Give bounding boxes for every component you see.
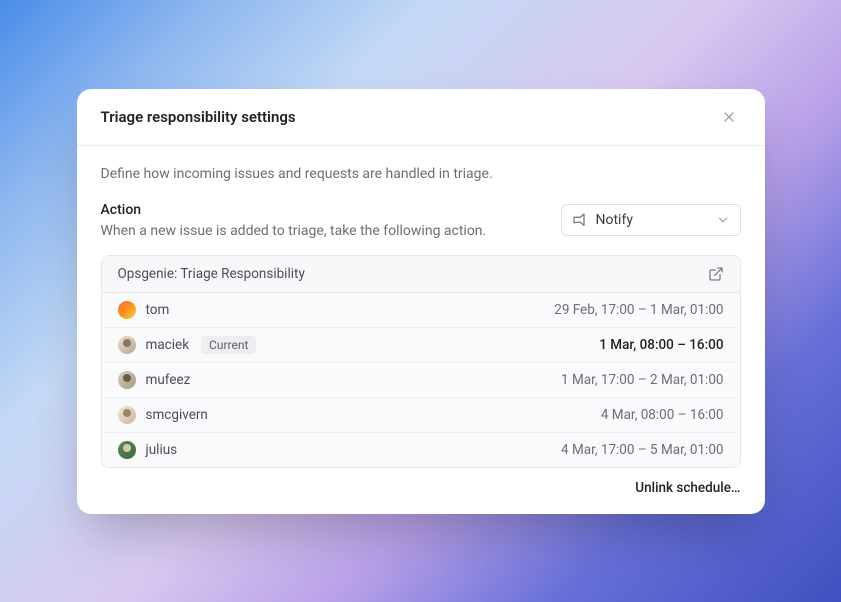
modal-header: Triage responsibility settings	[77, 89, 765, 146]
avatar	[118, 336, 136, 354]
close-button[interactable]	[717, 105, 741, 129]
schedule-row: julius 4 Mar, 17:00 – 5 Mar, 01:00	[102, 433, 740, 467]
action-label: Action	[101, 202, 541, 218]
avatar	[118, 406, 136, 424]
modal-body: Define how incoming issues and requests …	[77, 146, 765, 514]
close-icon	[721, 109, 737, 125]
chevron-down-icon	[716, 213, 730, 227]
schedule-row: maciek Current 1 Mar, 08:00 – 16:00	[102, 328, 740, 363]
action-select-wrapper: Notify	[561, 204, 741, 236]
unlink-schedule-button[interactable]: Unlink schedule…	[635, 480, 740, 496]
modal: Triage responsibility settings Define ho…	[77, 89, 765, 514]
notify-icon	[572, 212, 588, 228]
time-range: 1 Mar, 17:00 – 2 Mar, 01:00	[561, 372, 723, 388]
avatar	[118, 301, 136, 319]
user-name: tom	[146, 302, 170, 318]
avatar	[118, 441, 136, 459]
user-name: mufeez	[146, 372, 191, 388]
user-name: smcgivern	[146, 407, 208, 423]
avatar	[118, 371, 136, 389]
schedule-row: smcgivern 4 Mar, 08:00 – 16:00	[102, 398, 740, 433]
schedule-header: Opsgenie: Triage Responsibility	[102, 256, 740, 293]
unlink-row: Unlink schedule…	[101, 468, 741, 496]
schedule-row: mufeez 1 Mar, 17:00 – 2 Mar, 01:00	[102, 363, 740, 398]
schedule-title: Opsgenie: Triage Responsibility	[118, 266, 305, 282]
user-name: julius	[146, 442, 178, 458]
action-text: Action When a new issue is added to tria…	[101, 202, 541, 239]
time-range: 4 Mar, 17:00 – 5 Mar, 01:00	[561, 442, 723, 458]
schedule-row: tom 29 Feb, 17:00 – 1 Mar, 01:00	[102, 293, 740, 328]
schedule-list: tom 29 Feb, 17:00 – 1 Mar, 01:00 maciek …	[102, 293, 740, 467]
external-link-icon[interactable]	[708, 266, 724, 282]
time-range: 29 Feb, 17:00 – 1 Mar, 01:00	[554, 302, 723, 318]
time-range: 1 Mar, 08:00 – 16:00	[599, 337, 723, 353]
time-range: 4 Mar, 08:00 – 16:00	[601, 407, 724, 423]
action-select-label: Notify	[596, 212, 708, 228]
action-section: Action When a new issue is added to tria…	[101, 202, 741, 239]
modal-title: Triage responsibility settings	[101, 108, 296, 126]
action-select[interactable]: Notify	[561, 204, 741, 236]
user-name: maciek	[146, 337, 190, 353]
schedule-card: Opsgenie: Triage Responsibility tom 29 F…	[101, 255, 741, 468]
modal-description: Define how incoming issues and requests …	[101, 166, 741, 182]
action-description: When a new issue is added to triage, tak…	[101, 223, 541, 239]
current-badge: Current	[201, 336, 256, 354]
